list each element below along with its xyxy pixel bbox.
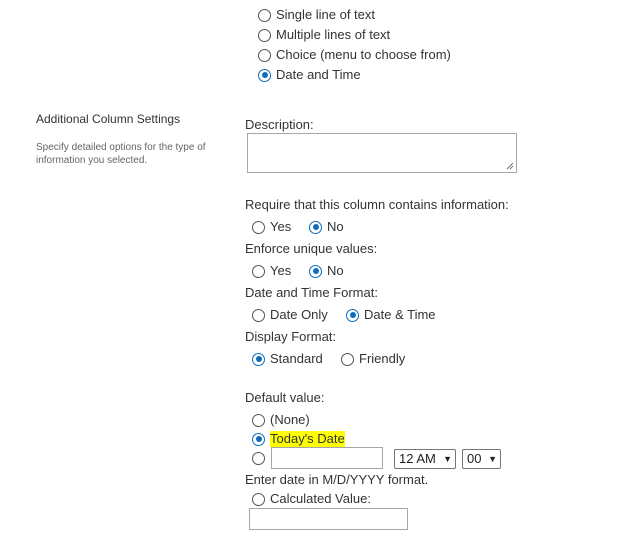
- chevron-down-icon: ▼: [488, 454, 497, 464]
- minute-select[interactable]: 00 ▼: [462, 449, 501, 469]
- radio-default-today[interactable]: [252, 432, 265, 446]
- calculated-value-input[interactable]: [249, 508, 408, 530]
- require-label: Require that this column contains inform…: [245, 197, 509, 212]
- resize-grip-icon[interactable]: [506, 162, 514, 170]
- type-choice-label: Choice (menu to choose from): [276, 47, 451, 62]
- radio-unique-yes[interactable]: [252, 264, 265, 278]
- unique-no-option[interactable]: No: [309, 263, 344, 279]
- radio-date-only[interactable]: [252, 308, 265, 322]
- format-label: Date and Time Format:: [245, 285, 378, 300]
- radio-choice[interactable]: [258, 48, 271, 62]
- radio-multiple-lines[interactable]: [258, 28, 271, 42]
- unique-no-label: No: [327, 263, 344, 278]
- type-date-time[interactable]: Date and Time: [258, 67, 361, 83]
- radio-date-time[interactable]: [258, 68, 271, 82]
- format-date-time-option[interactable]: Date & Time: [346, 307, 436, 323]
- default-value-label: Default value:: [245, 390, 325, 405]
- format-date-time-label: Date & Time: [364, 307, 436, 322]
- unique-yes-label: Yes: [270, 263, 292, 278]
- display-standard-label: Standard: [270, 351, 323, 366]
- hour-select[interactable]: 12 AM ▼: [394, 449, 456, 469]
- type-date-time-label: Date and Time: [276, 67, 361, 82]
- radio-unique-no[interactable]: [309, 264, 322, 278]
- display-standard-option[interactable]: Standard: [252, 351, 323, 367]
- description-textarea[interactable]: [247, 133, 517, 173]
- chevron-down-icon: ▼: [443, 454, 452, 464]
- display-friendly-option[interactable]: Friendly: [341, 351, 405, 367]
- radio-single-line[interactable]: [258, 8, 271, 22]
- default-none-option[interactable]: (None): [252, 412, 310, 428]
- unique-label: Enforce unique values:: [245, 241, 378, 256]
- format-date-only-label: Date Only: [270, 307, 328, 322]
- additional-settings-title: Additional Column Settings: [36, 112, 181, 126]
- radio-date-and-time[interactable]: [346, 308, 359, 322]
- default-today-label: Today's Date: [270, 431, 345, 447]
- default-calculated-label: Calculated Value:: [270, 491, 371, 506]
- format-date-only-option[interactable]: Date Only: [252, 307, 328, 323]
- default-calculated-option[interactable]: Calculated Value:: [252, 491, 371, 507]
- type-multiple-lines-label: Multiple lines of text: [276, 27, 391, 42]
- display-label: Display Format:: [245, 329, 337, 344]
- default-specific-date-option[interactable]: [252, 452, 265, 465]
- hour-select-value: 12 AM: [399, 451, 436, 466]
- description-label: Description:: [245, 117, 314, 132]
- radio-default-none[interactable]: [252, 413, 265, 427]
- require-yes-option[interactable]: Yes: [252, 219, 291, 235]
- radio-default-calculated[interactable]: [252, 492, 265, 506]
- default-none-label: (None): [270, 412, 310, 427]
- display-friendly-label: Friendly: [359, 351, 406, 366]
- type-single-line-label: Single line of text: [276, 7, 376, 22]
- type-single-line[interactable]: Single line of text: [258, 7, 375, 23]
- default-today-option[interactable]: Today's Date: [252, 431, 345, 447]
- minute-select-value: 00: [467, 451, 482, 466]
- require-yes-label: Yes: [270, 219, 292, 234]
- require-no-option[interactable]: No: [309, 219, 344, 235]
- radio-require-yes[interactable]: [252, 220, 265, 234]
- radio-require-no[interactable]: [309, 220, 322, 234]
- type-choice[interactable]: Choice (menu to choose from): [258, 47, 451, 63]
- default-date-input[interactable]: [271, 447, 383, 469]
- date-format-hint: Enter date in M/D/YYYY format.: [245, 472, 429, 487]
- additional-settings-description: Specify detailed options for the type of…: [36, 142, 206, 166]
- require-no-label: No: [327, 219, 344, 234]
- type-multiple-lines[interactable]: Multiple lines of text: [258, 27, 390, 43]
- radio-standard[interactable]: [252, 352, 265, 366]
- radio-friendly[interactable]: [341, 352, 354, 366]
- radio-default-specific-date[interactable]: [252, 452, 265, 465]
- unique-yes-option[interactable]: Yes: [252, 263, 291, 279]
